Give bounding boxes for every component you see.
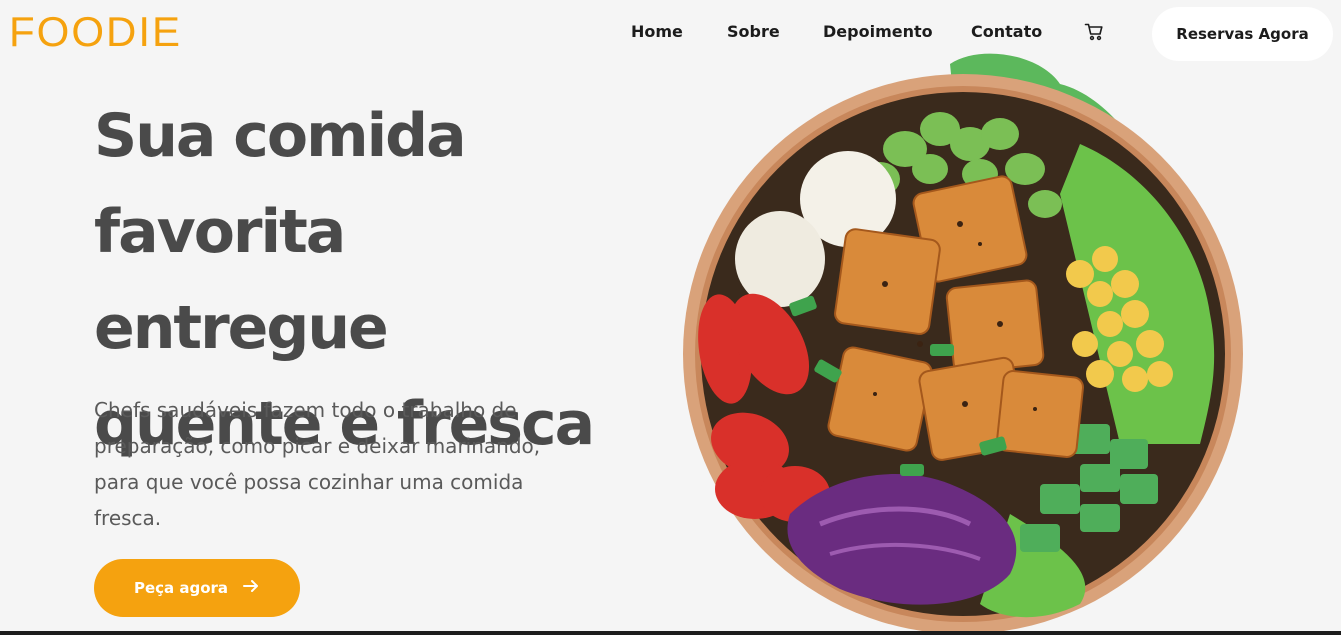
logo[interactable]: FOODIE (9, 8, 182, 56)
hero-subtitle: Chefs saudáveis fazem todo o trabalho de… (94, 398, 541, 530)
headline-line: favorita entregue (94, 197, 389, 363)
nav-sobre[interactable]: Sobre (727, 22, 780, 41)
food-bowl-image (683, 53, 1243, 634)
nav-contato[interactable]: Contato (971, 22, 1042, 41)
bottom-divider (0, 631, 1341, 635)
nav-home[interactable]: Home (631, 22, 683, 41)
arrow-right-icon (242, 578, 260, 598)
order-now-button[interactable]: Peça agora (94, 559, 300, 617)
cart-icon[interactable] (1084, 22, 1104, 42)
headline-line: Sua comida (94, 101, 467, 171)
nav-depoimento[interactable]: Depoimento (823, 22, 933, 41)
order-now-label: Peça agora (133, 579, 229, 597)
